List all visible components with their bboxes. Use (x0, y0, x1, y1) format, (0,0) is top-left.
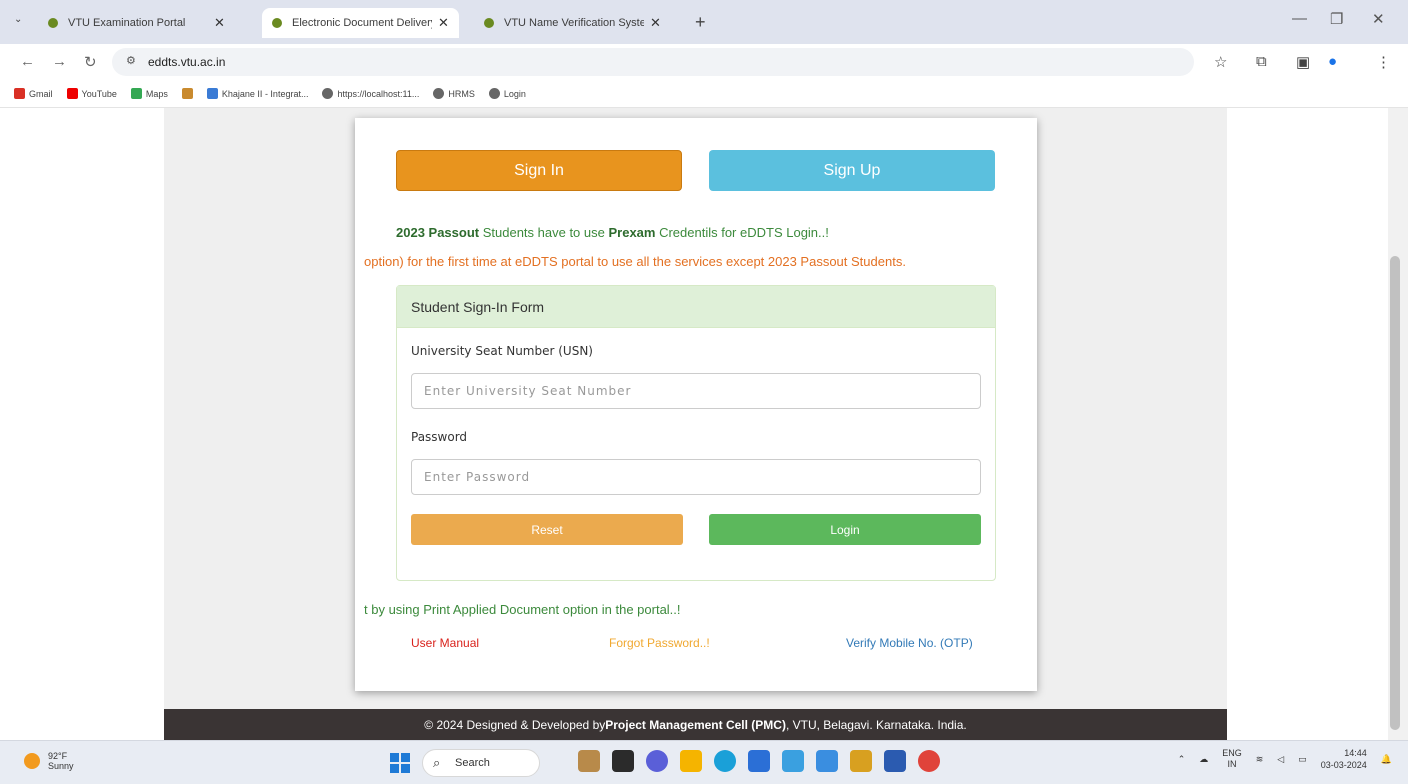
chevron-up-icon[interactable]: ⌃ (1178, 754, 1186, 765)
user-manual-link[interactable]: User Manual (411, 636, 479, 650)
password-label: Password (411, 430, 468, 444)
extensions-icon[interactable]: ⧉ (1256, 53, 1267, 70)
wifi-icon[interactable]: ≋ (1256, 754, 1264, 765)
sun-icon (24, 753, 40, 769)
tab-name-verification[interactable]: VTU Name Verification System ✕ (474, 8, 671, 38)
store-icon[interactable] (748, 750, 770, 772)
bookmark-localhost[interactable]: https://localhost:11... (322, 88, 419, 99)
address-bar[interactable]: ⚙ eddts.vtu.ac.in (112, 48, 1194, 76)
verify-mobile-link[interactable]: Verify Mobile No. (OTP) (846, 636, 973, 650)
passout-notice: 2023 Passout Students have to use Prexam… (396, 225, 829, 240)
new-tab-icon[interactable]: + (695, 12, 706, 33)
tab-eddts[interactable]: Electronic Document Delivery a ✕ (262, 8, 459, 38)
globe-icon (433, 88, 445, 99)
close-tab-icon[interactable]: ✕ (438, 15, 449, 31)
khajane-icon (206, 88, 218, 99)
mail-icon[interactable] (782, 750, 804, 772)
tab-bar: ⌄ VTU Examination Portal ✕ Electronic Do… (0, 0, 1408, 44)
menu-icon[interactable]: ⋮ (1376, 53, 1391, 71)
restore-icon[interactable]: ❐ (1330, 10, 1343, 28)
reload-icon[interactable]: ↻ (84, 53, 97, 71)
bookmark-hrms[interactable]: HRMS (433, 88, 475, 99)
site-favicon-icon (272, 18, 282, 28)
battery-icon[interactable]: ▭ (1298, 754, 1307, 765)
bookmark-login[interactable]: Login (488, 88, 526, 99)
language-indicator[interactable]: ENG IN (1222, 748, 1242, 770)
bookmark-maps[interactable]: Maps (130, 88, 168, 99)
weather-widget[interactable]: 92°F Sunny (24, 751, 74, 771)
bookmark-youtube[interactable]: YouTube (66, 88, 117, 99)
news-app-icon[interactable] (578, 750, 600, 772)
globe-icon (488, 88, 500, 99)
bookmark-star-icon[interactable]: ☆ (1214, 53, 1227, 71)
tab-vtu-exam[interactable]: VTU Examination Portal ✕ (38, 8, 235, 38)
edge-icon[interactable] (714, 750, 736, 772)
student-sign-in-form: Student Sign-In Form University Seat Num… (396, 285, 996, 581)
file-explorer-icon[interactable] (680, 750, 702, 772)
taskbar-search[interactable]: ⌕ Search (422, 749, 540, 777)
bookmark-khajane[interactable]: Khajane II - Integrat... (206, 88, 308, 99)
usn-input[interactable] (411, 373, 981, 409)
site-favicon-icon (48, 18, 58, 28)
login-card: Sign In Sign Up 2023 Passout Students ha… (355, 118, 1037, 691)
back-icon[interactable]: ← (20, 53, 35, 70)
bookmark-group[interactable] (181, 88, 193, 99)
close-tab-icon[interactable]: ✕ (650, 15, 661, 31)
chat-icon[interactable] (646, 750, 668, 772)
form-heading: Student Sign-In Form (397, 286, 995, 328)
url-text: eddts.vtu.ac.in (148, 55, 226, 69)
globe-icon (322, 88, 334, 99)
profile-icon[interactable]: ● (1328, 53, 1337, 70)
marquee-notice-orange: option) for the first time at eDDTS port… (364, 254, 906, 269)
page-viewport: Sign In Sign Up 2023 Passout Students ha… (0, 108, 1388, 740)
minimize-icon[interactable]: — (1292, 10, 1307, 27)
bookmarks-bar: Gmail YouTube Maps Khajane II - Integrat… (0, 80, 1408, 108)
side-panel-icon[interactable]: ▣ (1296, 53, 1310, 71)
usn-label: University Seat Number (USN) (411, 344, 593, 358)
tab-title: Electronic Document Delivery a (292, 17, 432, 29)
system-tray: ⌃ ☁ ENG IN ≋ ◁ ▭ 14:44 03-03-2024 🔔 (1178, 747, 1392, 771)
sign-up-tab-button[interactable]: Sign Up (709, 150, 995, 191)
forgot-password-link[interactable]: Forgot Password..! (609, 636, 710, 650)
taskbar: 92°F Sunny ⌕ Search ⌃ ☁ ENG IN ≋ ◁ ▭ 14:44 0… (0, 740, 1408, 784)
search-icon: ⌕ (433, 755, 441, 770)
password-input[interactable] (411, 459, 981, 495)
page-footer: © 2024 Designed & Developed by Project M… (164, 709, 1227, 740)
task-view-icon[interactable] (612, 750, 634, 772)
forward-icon[interactable]: → (52, 53, 67, 70)
weather-condition: Sunny (48, 761, 74, 771)
temperature: 92°F (48, 751, 68, 761)
gmail-icon (14, 88, 25, 99)
bookmark-gmail[interactable]: Gmail (14, 88, 53, 99)
tab-title: VTU Examination Portal (68, 17, 186, 29)
site-info-icon[interactable]: ⚙ (126, 54, 136, 67)
close-window-icon[interactable]: ✕ (1372, 10, 1385, 28)
app-icon[interactable] (816, 750, 838, 772)
maps-icon (130, 88, 142, 99)
app2-icon[interactable] (850, 750, 872, 772)
reset-button[interactable]: Reset (411, 514, 683, 545)
youtube-icon (66, 88, 78, 99)
group-icon (181, 88, 193, 99)
tab-search-icon[interactable]: ⌄ (14, 14, 22, 25)
close-tab-icon[interactable]: ✕ (214, 15, 225, 31)
site-favicon-icon (484, 18, 494, 28)
word-icon[interactable] (884, 750, 906, 772)
notification-bell-icon[interactable]: 🔔 (1381, 754, 1392, 765)
marquee-notice-green: t by using Print Applied Document option… (364, 602, 681, 617)
login-button[interactable]: Login (709, 514, 981, 545)
nav-bar: ← → ↻ ⚙ eddts.vtu.ac.in ☆ ⧉ ▣ ● ⋮ (0, 44, 1408, 80)
volume-icon[interactable]: ◁ (1277, 754, 1284, 765)
start-button[interactable] (390, 753, 410, 773)
clock[interactable]: 14:44 03-03-2024 (1321, 747, 1367, 771)
onedrive-icon[interactable]: ☁ (1199, 754, 1208, 765)
chrome-icon[interactable] (918, 750, 940, 772)
tab-title: VTU Name Verification System (504, 17, 644, 29)
sign-in-tab-button[interactable]: Sign In (396, 150, 682, 191)
scrollbar-thumb[interactable] (1390, 256, 1400, 730)
